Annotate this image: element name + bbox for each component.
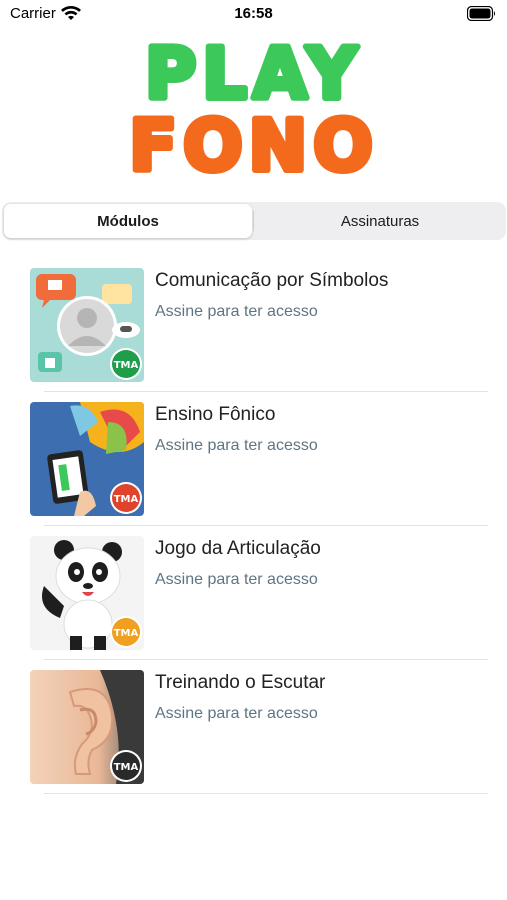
module-thumbnail-comunicacao: TMA [30,268,144,382]
module-title: Comunicação por Símbolos [155,270,389,291]
badge-text: TMA [114,494,139,505]
clock-time: 16:58 [234,5,273,22]
module-subtitle: Assine para ter acesso [155,705,318,722]
module-row-ensino-fonico[interactable]: TMA Ensino Fônico Assine para ter acesso [0,392,507,526]
module-title: Ensino Fônico [155,404,276,425]
battery-icon [467,6,495,21]
row-divider [44,793,488,794]
module-title: Treinando o Escutar [155,672,326,693]
badge-text: TMA [114,628,139,639]
playfono-logo: PLAY FONO [124,30,384,190]
module-subtitle: Assine para ter acesso [155,571,318,588]
tab-segmented-control: Módulos Assinaturas [2,202,506,240]
badge-text: TMA [114,360,139,371]
module-thumbnail-ensino-fonico: TMA [30,402,144,516]
status-bar: Carrier 16:58 [0,0,507,28]
module-subtitle: Assine para ter acesso [155,303,318,320]
module-row-jogo-articulacao[interactable]: TMA Jogo da Articulação Assine para ter … [0,526,507,660]
tab-assinaturas[interactable]: Assinaturas [256,204,504,238]
module-row-treinando-escutar[interactable]: TMA Treinando o Escutar Assine para ter … [0,660,507,794]
badge-text: TMA [114,762,139,773]
module-list: TMA Comunicação por Símbolos Assine para… [0,258,507,794]
module-thumbnail-jogo-articulacao: TMA [30,536,144,650]
logo-fono-text: FONO [129,105,378,180]
module-thumbnail-treinando-escutar: TMA [30,670,144,784]
segment-divider [253,211,254,231]
logo-play-text: PLAY [145,33,363,115]
tab-modulos[interactable]: Módulos [4,204,252,238]
module-row-comunicacao[interactable]: TMA Comunicação por Símbolos Assine para… [0,258,507,392]
module-subtitle: Assine para ter acesso [155,437,318,454]
module-title: Jogo da Articulação [155,538,321,559]
